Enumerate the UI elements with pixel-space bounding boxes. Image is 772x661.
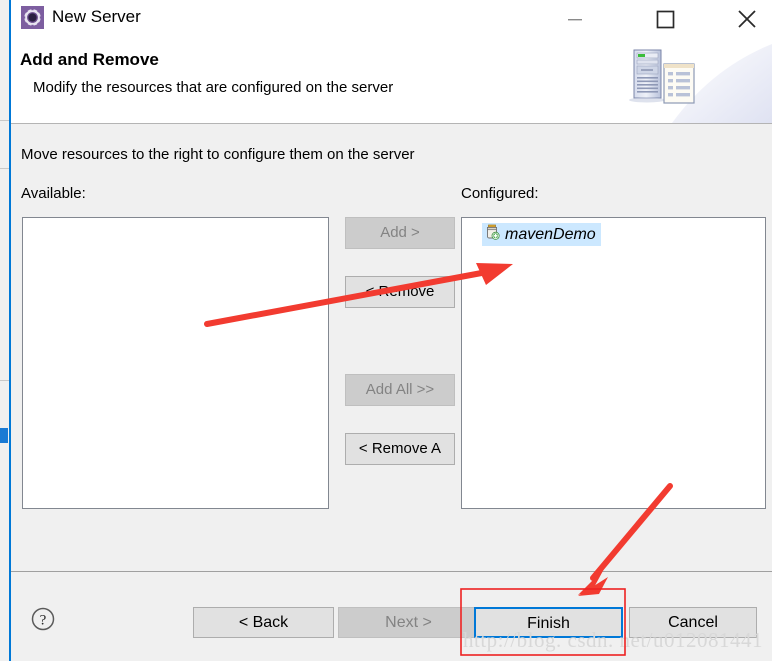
back-button[interactable]: < Back: [193, 607, 334, 638]
background-divider-lower: [0, 380, 9, 381]
transfer-button-group: Add > < Remove Add All >> < Remove A: [337, 217, 455, 509]
module-jar-icon: [484, 224, 500, 245]
svg-text:?: ?: [40, 613, 47, 629]
maximize-button[interactable]: [642, 0, 688, 38]
page-subtitle: Modify the resources that are configured…: [33, 79, 394, 96]
page-title: Add and Remove: [20, 50, 159, 69]
server-gear-icon: [21, 6, 44, 29]
window-title: New Server: [52, 7, 141, 26]
minimize-button[interactable]: [552, 0, 598, 38]
available-resources-list[interactable]: [22, 217, 329, 509]
help-button[interactable]: ?: [30, 606, 56, 632]
server-and-document-icon: [592, 38, 772, 123]
close-button[interactable]: [724, 0, 770, 38]
instructions-text: Move resources to the right to configure…: [21, 146, 415, 163]
add-all-button[interactable]: Add All >>: [345, 374, 455, 406]
new-server-dialog: New Server Add and Remove Modify the res…: [9, 0, 772, 661]
remove-all-button[interactable]: < Remove A: [345, 433, 455, 465]
watermark-text: http://blog. csdn. net/u012081441: [463, 628, 763, 652]
background-divider-middle: [0, 168, 9, 169]
close-icon: [738, 10, 756, 28]
wizard-body: Move resources to the right to configure…: [11, 124, 772, 571]
wizard-header: Add and Remove Modify the resources that…: [11, 38, 772, 124]
minimize-icon: [568, 19, 582, 21]
list-item[interactable]: mavenDemo: [482, 223, 601, 246]
help-question-icon: ?: [31, 607, 55, 631]
remove-button[interactable]: < Remove: [345, 276, 455, 308]
add-button[interactable]: Add >: [345, 217, 455, 249]
next-button[interactable]: Next >: [338, 607, 479, 638]
available-list-label: Available:: [21, 185, 86, 202]
configured-resources-list[interactable]: mavenDemo: [461, 217, 766, 509]
background-divider-top: [0, 120, 9, 121]
list-item-label: mavenDemo: [505, 225, 596, 243]
configured-list-label: Configured:: [461, 185, 539, 202]
background-selected-tab: [0, 428, 8, 443]
background-window-strip: [0, 0, 9, 661]
maximize-icon: [656, 10, 675, 29]
title-bar: New Server: [11, 0, 772, 38]
